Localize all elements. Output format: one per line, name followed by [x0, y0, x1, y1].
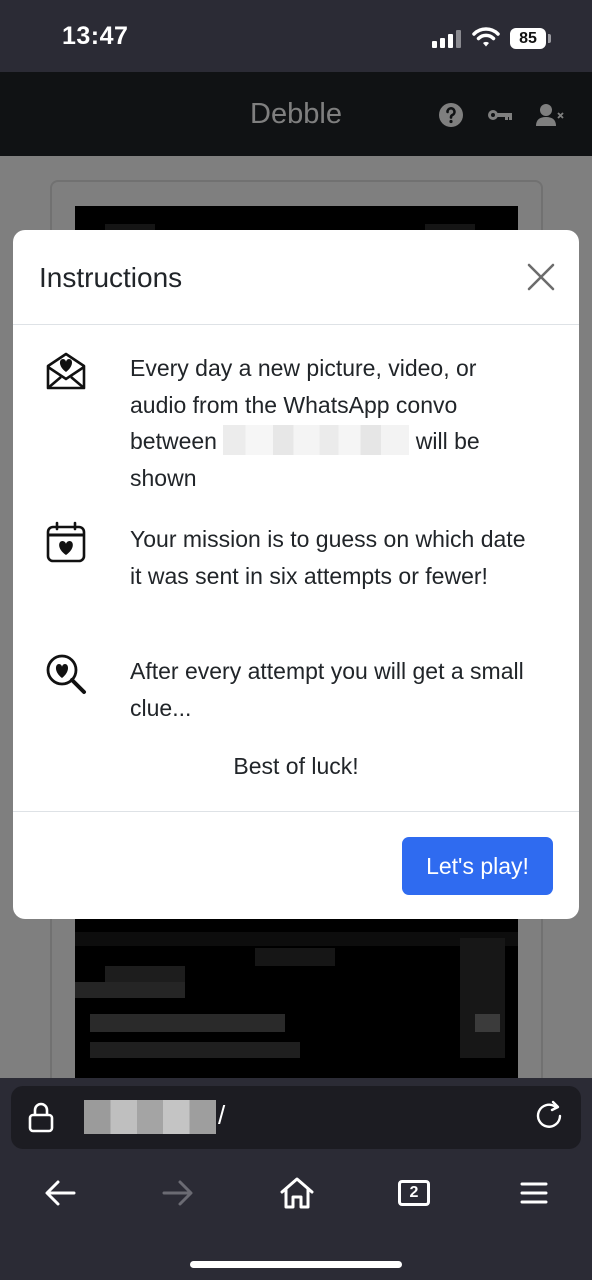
lets-play-button[interactable]: Let's play! — [402, 837, 553, 895]
status-time: 13:47 — [62, 22, 129, 50]
home-indicator — [190, 1261, 402, 1268]
instruction-text: Every day a new picture, video, or audio… — [130, 355, 480, 491]
url-text: / — [218, 1100, 226, 1130]
battery-cap — [548, 34, 551, 43]
search-heart-icon — [46, 654, 86, 694]
hamburger-menu-icon — [520, 1182, 548, 1203]
menu-button[interactable] — [514, 1174, 554, 1214]
status-bar: 13:47 85 — [0, 0, 592, 72]
instructions-modal: Instructions Every day a new picture, vi… — [13, 230, 579, 919]
home-icon — [280, 1177, 314, 1208]
tabs-button[interactable]: 2 — [398, 1180, 438, 1220]
instruction-text: After every attempt you will get a small… — [130, 658, 524, 721]
arrow-right-icon — [162, 1180, 193, 1205]
back-button[interactable] — [40, 1174, 80, 1214]
home-button[interactable] — [277, 1174, 317, 1214]
battery-indicator: 85 — [510, 28, 546, 49]
cellular-signal-icon — [432, 30, 462, 48]
modal-body: Every day a new picture, video, or audio… — [13, 326, 579, 812]
close-button[interactable] — [525, 261, 557, 293]
envelope-heart-icon — [46, 352, 86, 390]
address-bar[interactable]: / — [11, 1086, 581, 1149]
redacted-url — [84, 1100, 216, 1134]
redacted-names — [223, 425, 410, 455]
instruction-text: Your mission is to guess on which date i… — [130, 526, 526, 589]
close-icon — [527, 263, 555, 291]
modal-footer: Let's play! — [13, 811, 579, 919]
modal-header: Instructions — [13, 230, 579, 325]
arrow-left-icon — [45, 1180, 76, 1205]
browser-chrome: / 2 — [0, 1078, 592, 1280]
tabs-count: 2 — [398, 1180, 430, 1206]
reload-icon[interactable] — [534, 1100, 566, 1132]
calendar-heart-icon — [46, 521, 86, 563]
lock-icon — [28, 1102, 54, 1133]
forward-button[interactable] — [158, 1174, 198, 1214]
closing-message: Best of luck! — [233, 753, 359, 779]
modal-title: Instructions — [39, 262, 183, 293]
wifi-icon — [472, 27, 500, 47]
